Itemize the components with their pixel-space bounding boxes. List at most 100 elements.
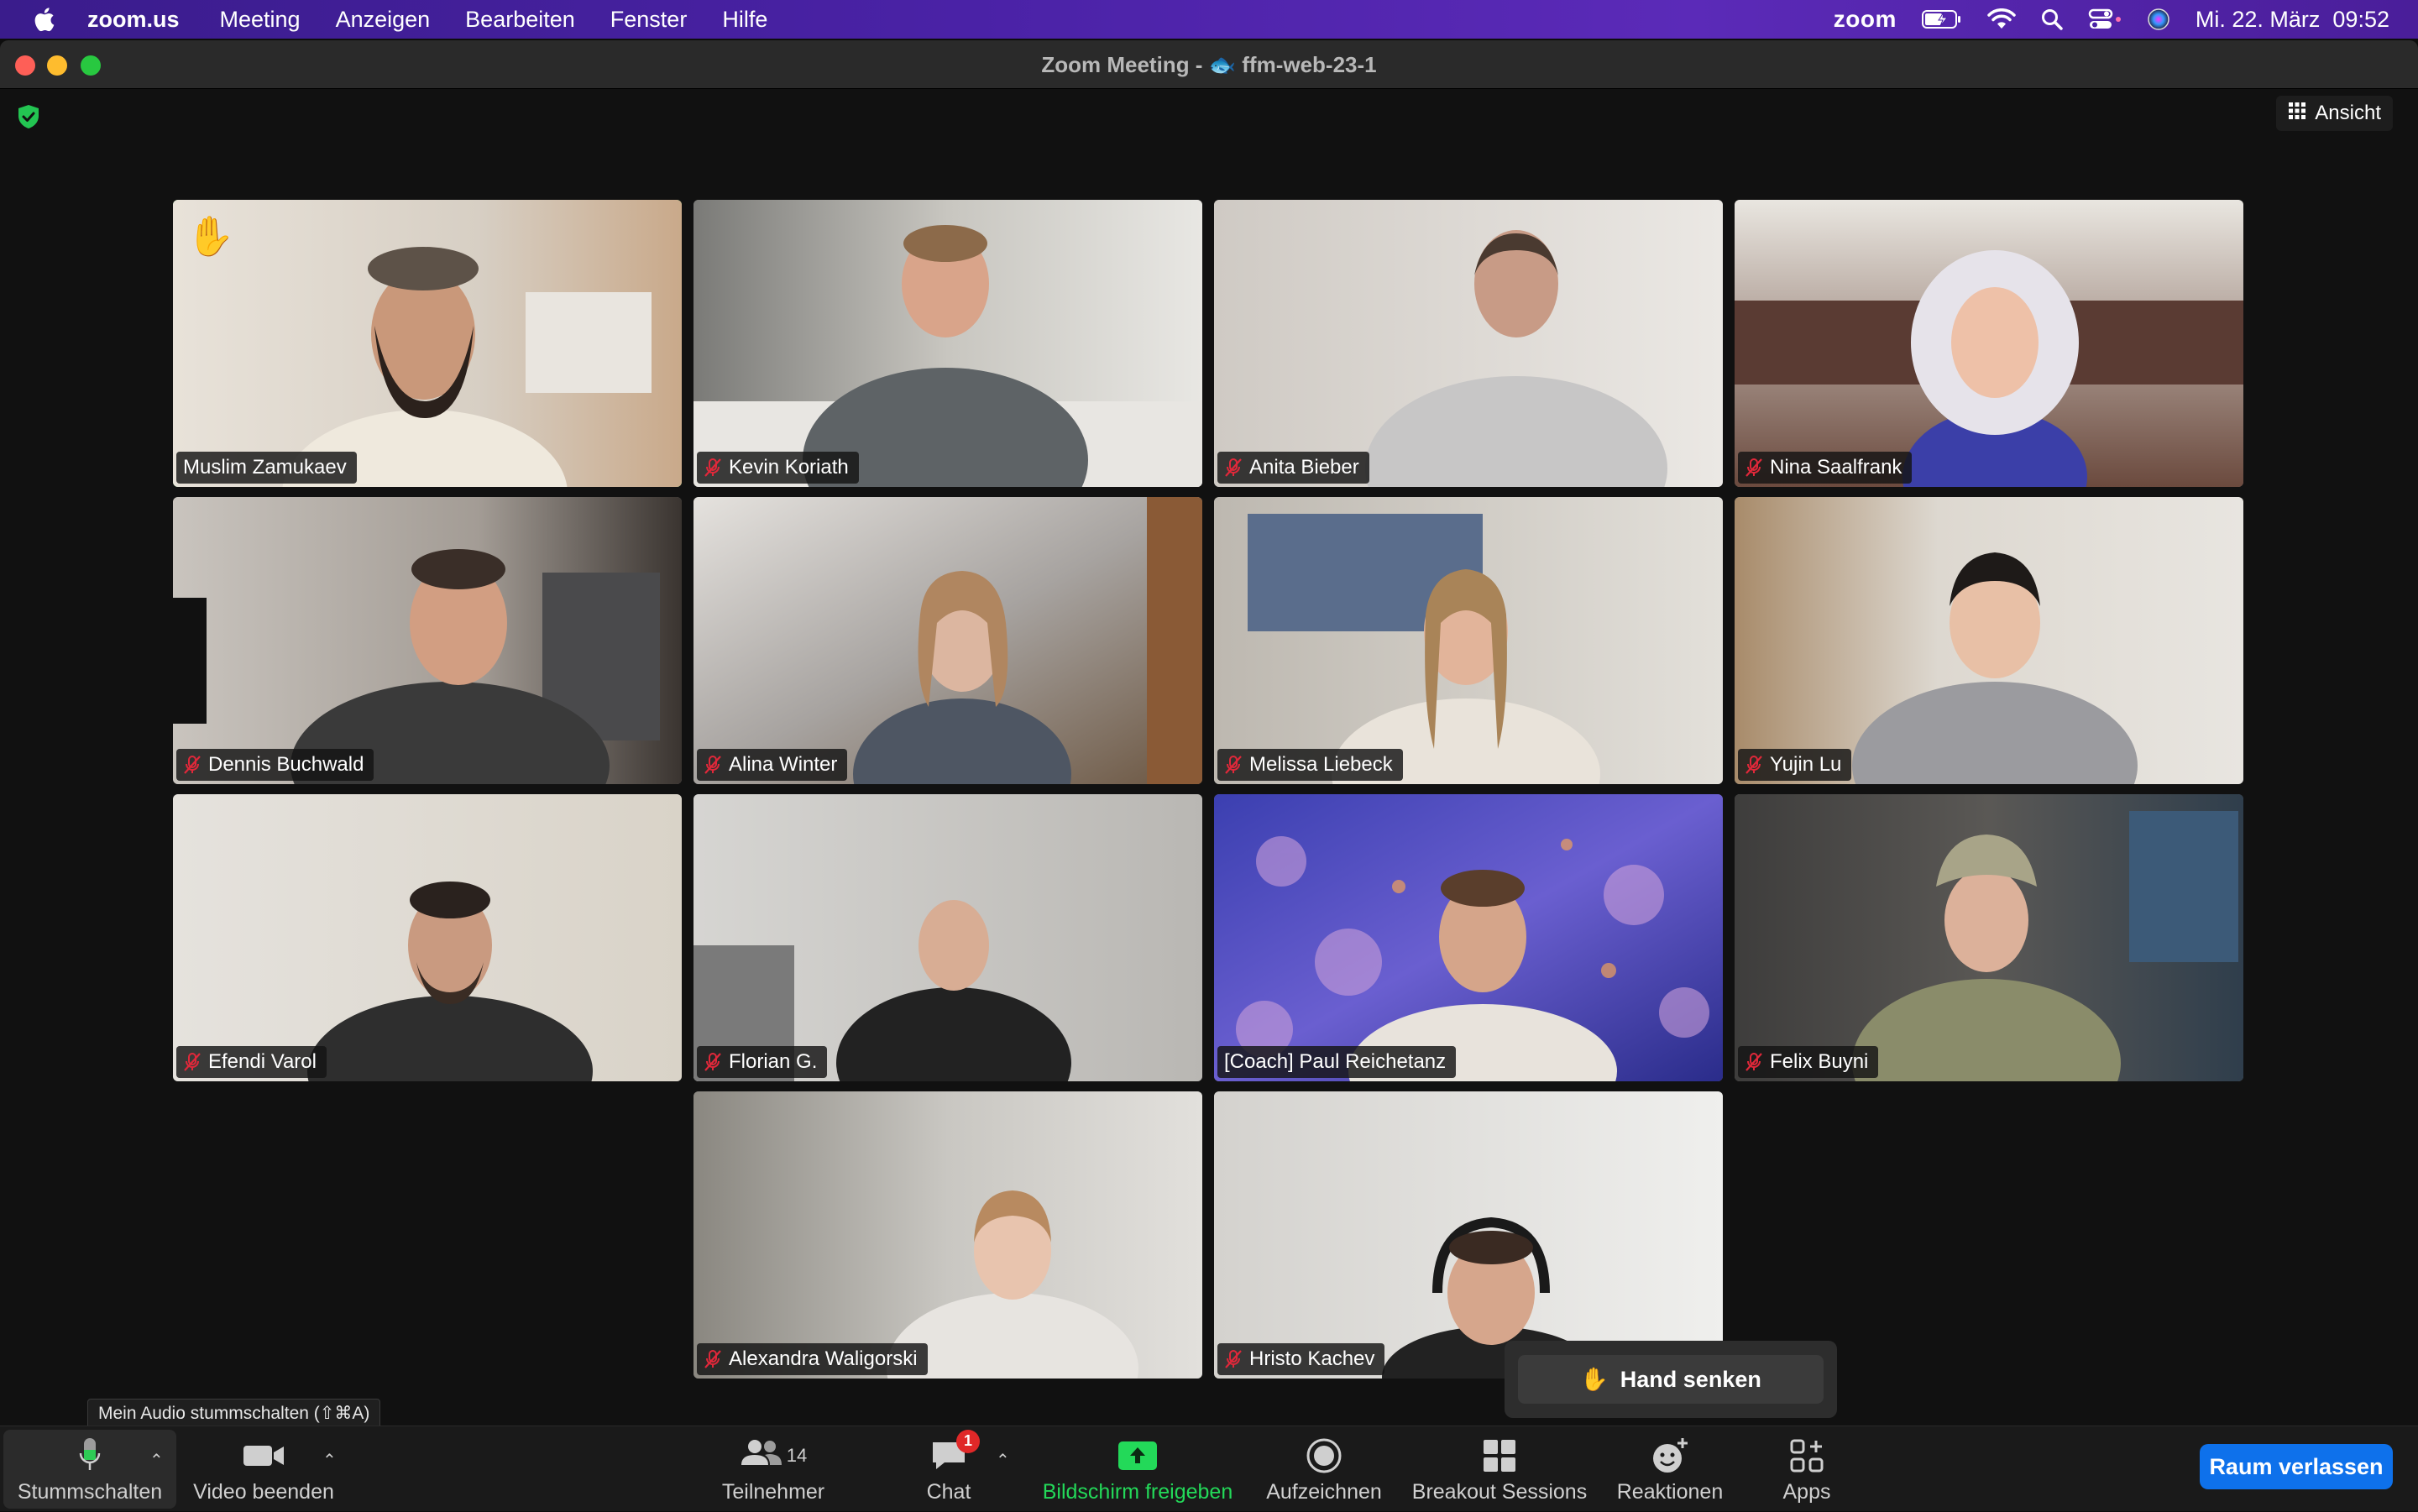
participant-tile[interactable]: Alina Winter [693,497,1202,784]
mute-tooltip: Mein Audio stummschalten (⇧⌘A) [87,1399,381,1429]
participants-icon [740,1438,783,1473]
participant-namebar: Anita Bieber [1217,452,1369,484]
microphone-icon [77,1435,102,1477]
apple-menu-icon[interactable] [0,7,87,32]
chat-button[interactable]: 1 Chat [907,1426,991,1512]
participant-tile[interactable]: Dennis Buchwald [173,497,682,784]
muted-mic-icon [704,755,722,775]
participant-tile[interactable]: Nina Saalfrank [1735,200,2243,487]
meeting-controls-toolbar: Stummschalten ⌃ Video beenden ⌃ 14 Teiln… [0,1426,2418,1511]
raised-hand-icon: ✋ [186,214,235,258]
participant-tile[interactable]: ✋ Muslim Zamukaev [173,200,682,487]
wifi-icon[interactable] [1987,8,2016,30]
stop-video-button[interactable]: Video beenden [188,1426,339,1512]
window-titlebar: Zoom Meeting - 🐟 ffm-web-23-1 [0,40,2418,89]
participant-tile[interactable]: [Coach] Paul Reichetanz [1214,794,1723,1081]
muted-mic-icon [704,1052,722,1072]
participant-namebar: Yujin Lu [1738,749,1852,781]
muted-mic-icon [183,1052,202,1072]
participant-tile[interactable]: Kevin Koriath [693,200,1202,487]
participant-namebar: Florian G. [697,1046,828,1078]
participant-tile[interactable]: Melissa Liebeck [1214,497,1723,784]
participant-name: Melissa Liebeck [1249,753,1393,776]
menu-app-name[interactable]: zoom.us [87,7,180,33]
muted-mic-icon [704,458,722,478]
chat-bubble-icon: 1 [929,1429,980,1477]
participant-name: Felix Buyni [1770,1050,1869,1073]
apps-label: Apps [1782,1479,1831,1504]
zoom-status-item[interactable]: zoom [1834,6,1897,33]
participant-tile[interactable]: Florian G. [693,794,1202,1081]
participant-tile[interactable]: Felix Buyni [1735,794,2243,1081]
share-screen-button[interactable]: Bildschirm freigeben [1034,1426,1241,1512]
menu-anzeigen[interactable]: Anzeigen [336,7,431,33]
participant-name: Nina Saalfrank [1770,456,1902,479]
reactions-button[interactable]: Reaktionen [1607,1426,1733,1512]
view-button[interactable]: Ansicht [2276,96,2393,131]
apps-button[interactable]: Apps [1766,1426,1847,1512]
participant-name: Dennis Buchwald [208,753,364,776]
mute-label: Stummschalten [17,1479,163,1504]
menu-hilfe[interactable]: Hilfe [722,7,767,33]
chat-options-chevron-icon[interactable]: ⌃ [996,1450,1010,1471]
video-camera-icon [242,1435,285,1477]
muted-mic-icon [1745,1052,1763,1072]
participant-name: [Coach] Paul Reichetanz [1224,1050,1447,1073]
control-center-icon[interactable] [2088,8,2122,30]
encryption-shield-icon[interactable] [17,104,40,133]
breakout-rooms-icon [1482,1435,1517,1477]
participant-tile[interactable]: Yujin Lu [1735,497,2243,784]
muted-mic-icon [1224,458,1243,478]
participant-name: Yujin Lu [1770,753,1842,776]
menu-fenster[interactable]: Fenster [610,7,688,33]
participant-name: Efendi Varol [208,1050,317,1073]
menu-bearbeiten[interactable]: Bearbeiten [465,7,575,33]
leave-meeting-button[interactable]: Raum verlassen [2200,1444,2393,1489]
stop-video-label: Video beenden [193,1479,334,1504]
participant-namebar: Felix Buyni [1738,1046,1879,1078]
menu-meeting[interactable]: Meeting [220,7,301,33]
share-screen-label: Bildschirm freigeben [1042,1479,1233,1504]
muted-mic-icon [1224,755,1243,775]
participant-namebar: Kevin Koriath [697,452,859,484]
participant-namebar: Melissa Liebeck [1217,749,1403,781]
siri-icon[interactable] [2147,8,2170,31]
muted-mic-icon [1224,1349,1243,1369]
battery-icon[interactable] [1921,9,1962,29]
participant-tile[interactable]: Alexandra Waligorski [693,1091,1202,1379]
chat-label: Chat [926,1479,971,1504]
participant-namebar: Hristo Kachev [1217,1343,1385,1375]
participant-name: Alina Winter [729,753,838,776]
macos-menu-bar: zoom.us Meeting Anzeigen Bearbeiten Fens… [0,0,2418,39]
participants-label: Teilnehmer [721,1479,825,1504]
participant-name: Alexandra Waligorski [729,1347,918,1370]
spotlight-search-icon[interactable] [2041,8,2063,30]
participant-namebar: [Coach] Paul Reichetanz [1217,1046,1457,1078]
participant-tile[interactable]: Efendi Varol [173,794,682,1081]
participant-name: Muslim Zamukaev [183,456,347,479]
grid-view-icon [2288,102,2306,126]
participants-button[interactable]: 14 Teilnehmer [710,1426,836,1512]
lower-hand-label: Hand senken [1620,1366,1761,1392]
lower-hand-popup: ✋ Hand senken [1505,1341,1837,1418]
lower-hand-button[interactable]: ✋ Hand senken [1518,1355,1824,1404]
participant-name: Hristo Kachev [1249,1347,1375,1370]
breakout-sessions-label: Breakout Sessions [1411,1479,1588,1504]
menubar-clock[interactable]: Mi. 22. März 09:52 [2196,7,2389,33]
audio-options-chevron-icon[interactable]: ⌃ [149,1450,164,1471]
reactions-label: Reaktionen [1616,1479,1724,1504]
muted-mic-icon [1745,458,1763,478]
record-button[interactable]: Aufzeichnen [1259,1426,1389,1512]
participant-tile[interactable]: Anita Bieber [1214,200,1723,487]
video-options-chevron-icon[interactable]: ⌃ [322,1450,337,1471]
view-label: Ansicht [2315,102,2381,124]
breakout-sessions-button[interactable]: Breakout Sessions [1407,1426,1592,1512]
participant-namebar: Dennis Buchwald [176,749,374,781]
participant-tile[interactable]: Hristo Kachev [1214,1091,1723,1379]
muted-mic-icon [704,1349,722,1369]
participant-name: Kevin Koriath [729,456,849,479]
participants-count: 14 [786,1444,808,1466]
muted-mic-icon [1745,755,1763,775]
window-title: Zoom Meeting - 🐟 ffm-web-23-1 [1041,52,1377,77]
muted-mic-icon [183,755,202,775]
